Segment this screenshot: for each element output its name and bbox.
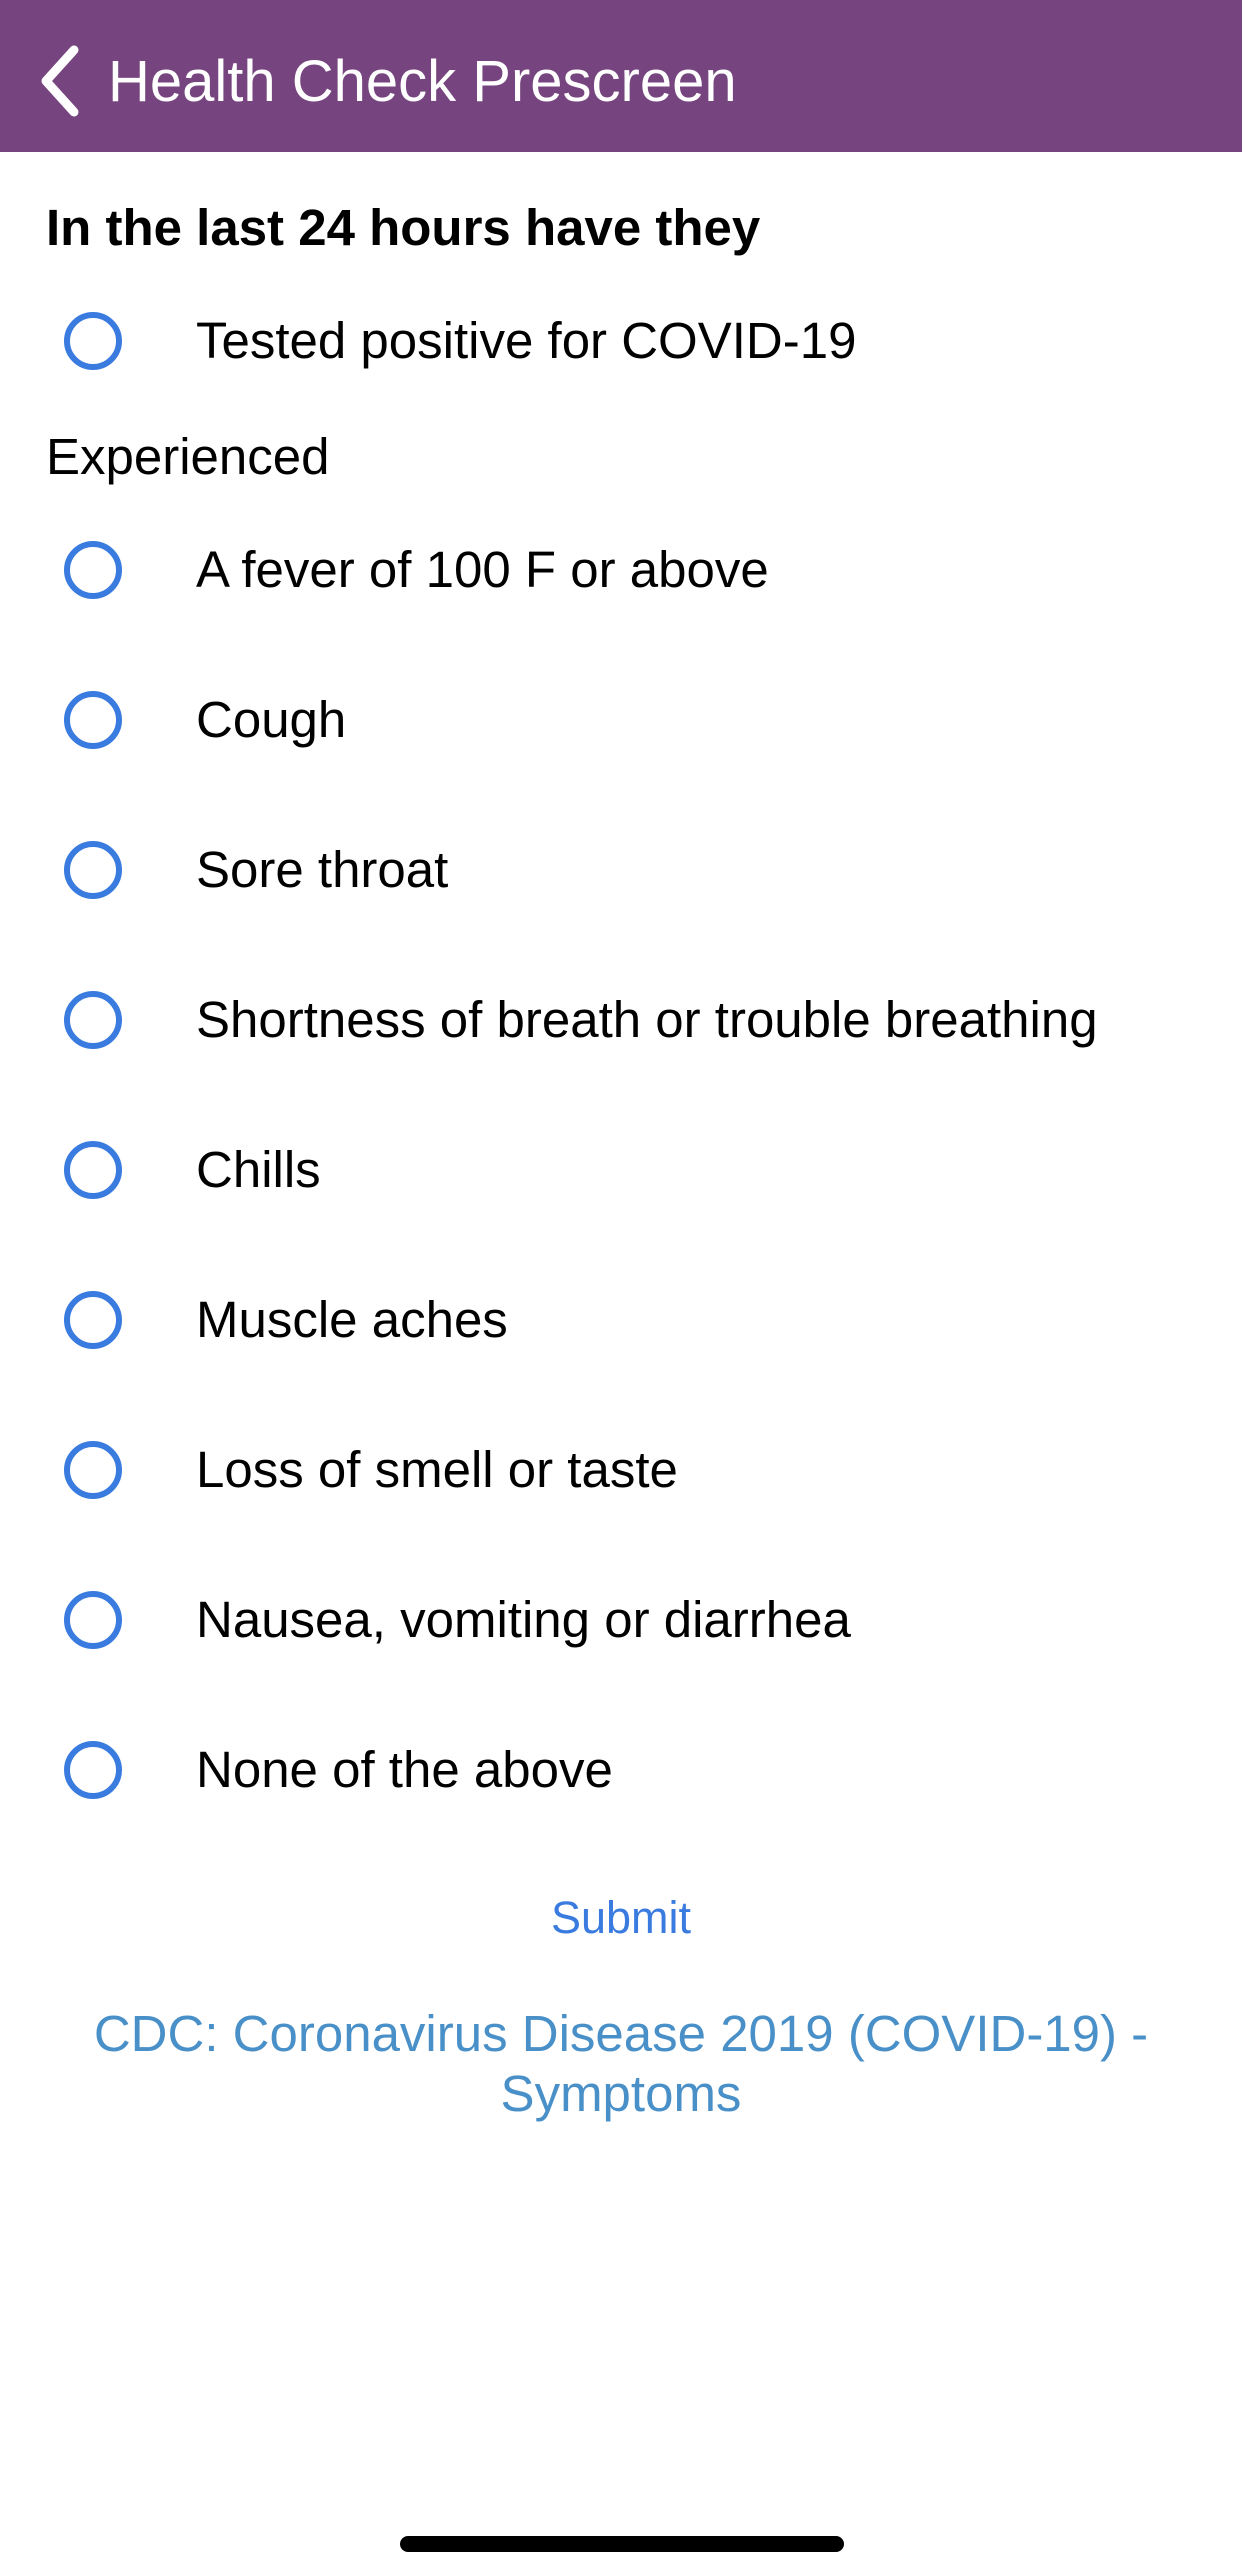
radio-button[interactable]: [64, 1291, 122, 1349]
option-label: Nausea, vomiting or diarrhea: [196, 1591, 851, 1648]
option-label: Chills: [196, 1141, 321, 1198]
cdc-symptoms-link[interactable]: CDC: Coronavirus Disease 2019 (COVID-19)…: [60, 2004, 1182, 2124]
option-chills[interactable]: Chills: [0, 1110, 1242, 1230]
radio-button[interactable]: [64, 312, 122, 370]
option-muscle-aches[interactable]: Muscle aches: [0, 1260, 1242, 1380]
submit-button[interactable]: Submit: [0, 1886, 1242, 1950]
radio-button[interactable]: [64, 541, 122, 599]
option-label: Shortness of breath or trouble breathing: [196, 991, 1098, 1048]
option-label: A fever of 100 F or above: [196, 541, 769, 598]
option-label: Muscle aches: [196, 1291, 508, 1348]
experienced-label: Experienced: [46, 428, 330, 485]
option-nausea[interactable]: Nausea, vomiting or diarrhea: [0, 1560, 1242, 1680]
chevron-left-icon: [30, 36, 100, 126]
radio-button[interactable]: [64, 691, 122, 749]
option-shortness-of-breath[interactable]: Shortness of breath or trouble breathing: [0, 960, 1242, 1080]
question-title: In the last 24 hours have they: [46, 199, 761, 256]
home-indicator[interactable]: [400, 2536, 844, 2552]
option-tested-positive[interactable]: Tested positive for COVID-19: [0, 281, 1242, 401]
option-label: Sore throat: [196, 841, 449, 898]
option-label: Loss of smell or taste: [196, 1441, 678, 1498]
option-label: Tested positive for COVID-19: [196, 312, 857, 369]
radio-button[interactable]: [64, 841, 122, 899]
option-label: None of the above: [196, 1741, 613, 1798]
back-button[interactable]: [30, 36, 100, 126]
radio-button[interactable]: [64, 1591, 122, 1649]
radio-button[interactable]: [64, 1141, 122, 1199]
option-cough[interactable]: Cough: [0, 660, 1242, 780]
option-fever[interactable]: A fever of 100 F or above: [0, 510, 1242, 630]
radio-button[interactable]: [64, 1741, 122, 1799]
option-loss-of-smell[interactable]: Loss of smell or taste: [0, 1410, 1242, 1530]
option-label: Cough: [196, 691, 347, 748]
option-sore-throat[interactable]: Sore throat: [0, 810, 1242, 930]
radio-button[interactable]: [64, 991, 122, 1049]
app-header: Health Check Prescreen: [0, 0, 1242, 152]
page-title: Health Check Prescreen: [108, 49, 737, 114]
option-none-of-the-above[interactable]: None of the above: [0, 1710, 1242, 1830]
radio-button[interactable]: [64, 1441, 122, 1499]
